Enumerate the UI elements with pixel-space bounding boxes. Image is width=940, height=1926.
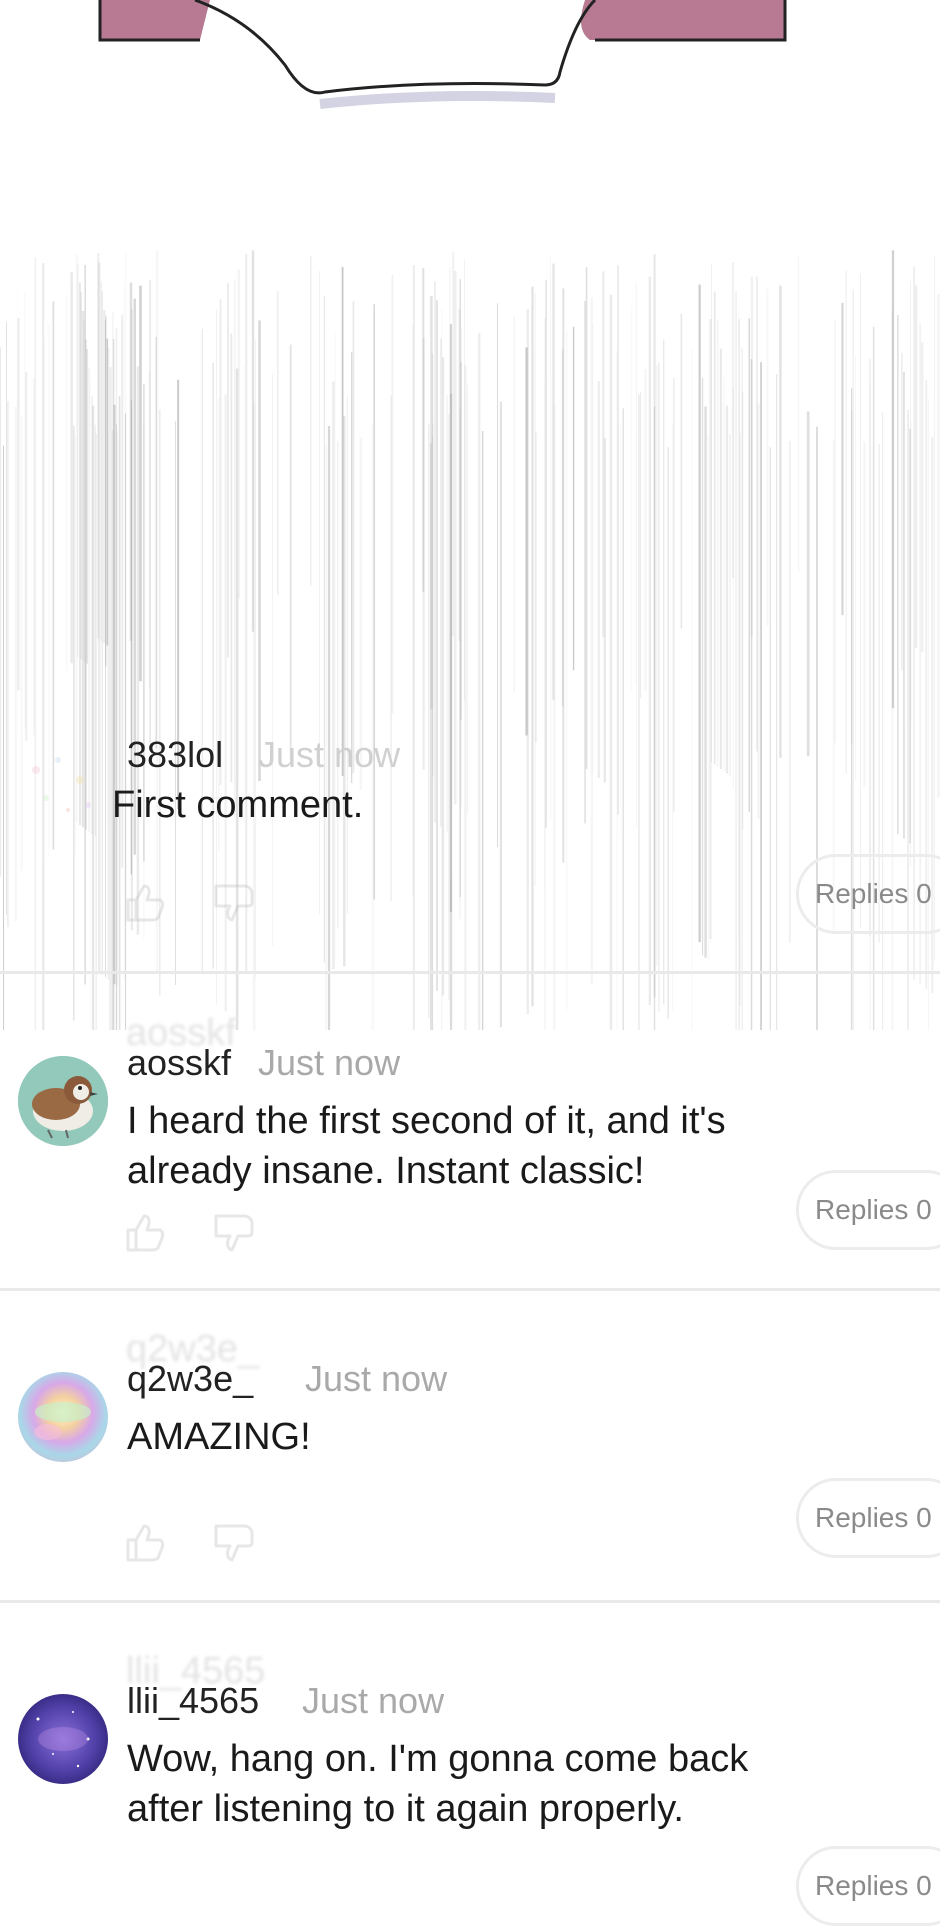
comment-text: Wow, hang on. I'm gonna come back after … <box>127 1738 749 1830</box>
comic-panel-art <box>98 0 787 109</box>
replies-button[interactable]: Replies 0 <box>796 1846 940 1926</box>
comment-text: AMAZING! <box>127 1416 311 1458</box>
comment-divider <box>0 1600 940 1603</box>
sparrow-avatar-icon[interactable] <box>18 1056 108 1146</box>
replies-button[interactable]: Replies 0 <box>796 1478 940 1558</box>
thumbs-up-icon[interactable] <box>122 1520 166 1564</box>
replies-button[interactable]: Replies 0 <box>796 1170 940 1250</box>
thumbs-up-icon[interactable] <box>122 880 166 924</box>
comment-timestamp: Just now <box>305 1358 448 1399</box>
thumbs-down-icon[interactable] <box>212 1210 256 1254</box>
thumbs-up-icon[interactable] <box>122 1210 166 1254</box>
comment-text: I heard the first second of it, and it's… <box>127 1100 726 1192</box>
confetti-avatar-icon[interactable] <box>18 740 108 830</box>
comment-timestamp: Just now <box>302 1680 445 1721</box>
comment-divider <box>0 971 940 974</box>
comment-username[interactable]: 383lol <box>127 734 223 776</box>
replies-button[interactable]: Replies 0 <box>796 854 940 934</box>
ghost-text: q2w3e_ <box>126 1328 260 1370</box>
ghost-text: aosskf <box>126 1012 236 1054</box>
comment-timestamp: Just now <box>258 734 401 775</box>
iridescent-avatar-icon[interactable] <box>18 1372 108 1462</box>
comment-timestamp: Just now <box>258 1042 401 1083</box>
comment-divider <box>0 1288 940 1291</box>
ghost-text: llii_4565 <box>126 1650 266 1692</box>
comment-text: First comment. <box>112 784 364 826</box>
thumbs-down-icon[interactable] <box>212 880 256 924</box>
thumbs-down-icon[interactable] <box>212 1520 256 1564</box>
galaxy-avatar-icon[interactable] <box>18 1694 108 1784</box>
